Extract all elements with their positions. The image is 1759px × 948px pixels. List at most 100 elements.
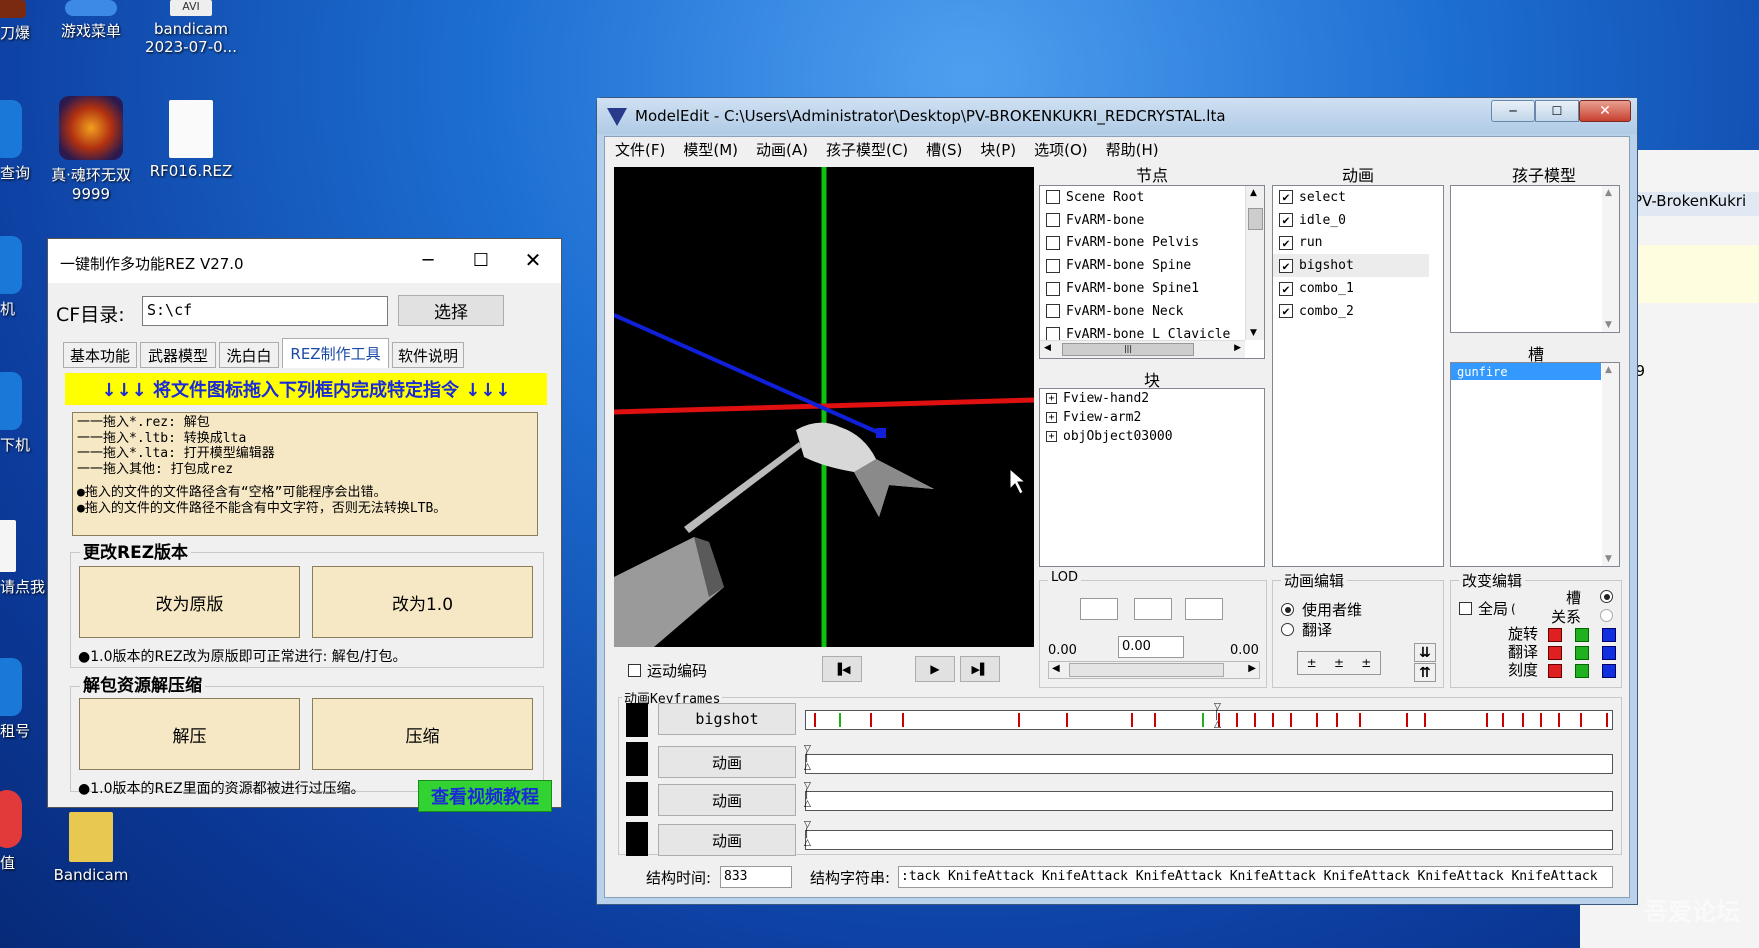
child-model-list[interactable]: ▲ ▼ [1450,185,1620,333]
vertical-scrollbar[interactable]: ▲ ▼ [1245,186,1264,340]
fast-forward-button[interactable]: ▶▌ [960,656,1000,682]
checkbox[interactable]: ✔ [1279,304,1293,319]
checkbox[interactable]: ✔ [1279,258,1293,273]
lod-box-2[interactable] [1134,598,1172,620]
scroll-up-icon[interactable]: ▲ [1605,188,1612,198]
list-item[interactable]: FvARM-bone Pelvis [1040,232,1264,255]
scale-z-swatch[interactable] [1602,664,1616,678]
keyframe-track[interactable]: ▽ │ △ [804,745,1613,774]
expand-icon[interactable]: + [1046,412,1057,423]
checkbox[interactable] [1046,213,1060,228]
lod-slider[interactable]: ◀ ▶ [1048,661,1260,679]
list-item[interactable]: ✔ run [1273,232,1443,255]
scale-x-swatch[interactable] [1548,664,1562,678]
keyframe-track[interactable]: ▽ │ △ [805,703,1613,730]
desktop-icon-left1[interactable]: 机 [0,236,54,319]
desktop-icon-game-menu[interactable]: 游戏菜单 [36,0,146,41]
checkbox[interactable] [1046,190,1060,205]
menu-block[interactable]: 块(P) [971,139,1025,161]
desktop-icon-bandicam-avi[interactable]: AVI bandicam 2023-07-0... [136,0,246,56]
checkbox[interactable] [1046,281,1060,296]
horizontal-scrollbar[interactable]: ◀ ||| ▶ [1040,340,1245,358]
minimize-button[interactable]: ─ [403,241,453,279]
desktop-icon-left2[interactable]: 下机 [0,372,54,455]
spin-buttons[interactable]: ± ± ± [1297,651,1381,675]
tree-item[interactable]: + Fview-arm2 [1040,408,1264,427]
keyframe-anim-button[interactable]: 动画 [658,824,796,856]
menu-file[interactable]: 文件(F) [606,139,674,161]
animation-list[interactable]: ✔ select ✔ idle_0 ✔ run ✔ bigshot ✔ combo_1 ✔… [1272,185,1444,567]
video-tutorial-button[interactable]: 查看视频教程 [418,780,552,812]
keyframe-anim-button[interactable]: bigshot [658,703,796,735]
scroll-up-icon[interactable]: ▲ [1250,188,1257,198]
revert-original-button[interactable]: 改为原版 [79,566,300,638]
list-item-selected[interactable]: ✔ bigshot [1273,254,1429,278]
keyframe-track[interactable]: ▽ │ △ [804,821,1613,850]
3d-viewport[interactable] [614,167,1034,647]
scroll-up-icon[interactable]: ▲ [1605,365,1612,375]
rotate-x-swatch[interactable] [1548,628,1562,642]
list-item-selected[interactable]: gunfire [1451,363,1601,380]
checkbox[interactable] [1046,258,1060,273]
rotate-y-swatch[interactable] [1575,628,1589,642]
playhead-marker[interactable]: ▽ │ △ [1214,703,1221,730]
scroll-right-icon[interactable]: ▶ [1234,343,1241,353]
maximize-button[interactable]: ☐ [1535,100,1579,122]
block-tree[interactable]: + Fview-hand2 + Fview-arm2 + objObject03000 [1039,388,1265,567]
close-button[interactable]: ✕ [508,241,558,279]
tab-rez-maker[interactable]: REZ制作工具 [282,338,389,368]
desktop-icon-game[interactable]: 真·魂环无双 9999 [36,96,146,203]
expand-icon[interactable]: + [1046,393,1057,404]
rotate-z-swatch[interactable] [1602,628,1616,642]
global-checkbox[interactable]: 全局( [1459,598,1516,619]
play-button[interactable]: ▶ [915,656,955,682]
spin-plus-icon[interactable]: ± [1361,656,1371,670]
struct-string-input[interactable]: :tack KnifeAttack KnifeAttack KnifeAttac… [898,866,1613,888]
spin-plus-icon[interactable]: ± [1334,656,1344,670]
menu-options[interactable]: 选项(O) [1025,139,1097,161]
scroll-left-icon[interactable]: ◀ [1052,663,1060,674]
radio-translate[interactable]: 翻译 [1281,619,1332,640]
tab-whitewash[interactable]: 洗白白 [219,342,279,368]
keyframe-down-button[interactable]: ⇊ [1414,643,1436,662]
list-item[interactable]: FvARM-bone Neck [1040,300,1264,323]
keyframe-anim-button[interactable]: 动画 [658,746,796,778]
tree-item[interactable]: + Fview-hand2 [1040,389,1264,408]
cf-dir-input[interactable]: S:\cf [142,296,388,326]
unpack-button[interactable]: 解压 [79,698,300,770]
checkbox[interactable]: ✔ [1279,213,1293,228]
list-item[interactable]: ✔ combo_1 [1273,277,1443,300]
drop-zone[interactable]: 一一拖入*.rez: 解包 一一拖入*.ltb: 转换成lta 一一拖入*.lt… [72,412,538,536]
desktop-icon-bandicam[interactable]: Bandicam [36,812,146,884]
vertical-scrollbar[interactable]: ▲ ▼ [1602,186,1619,332]
spin-plus-icon[interactable]: ± [1307,656,1317,670]
menu-help[interactable]: 帮助(H) [1097,139,1168,161]
tab-basic[interactable]: 基本功能 [63,342,137,368]
compress-button[interactable]: 压缩 [312,698,533,770]
list-item[interactable]: FvARM-bone [1040,209,1264,232]
minimize-button[interactable]: ─ [1491,100,1535,122]
tree-item[interactable]: + objObject03000 [1040,427,1264,446]
list-item[interactable]: FvARM-bone Spine1 [1040,277,1264,300]
expand-icon[interactable]: + [1046,431,1057,442]
lod-value-input[interactable]: 0.00 [1118,636,1184,658]
tab-help[interactable]: 软件说明 [392,342,464,368]
nodes-list[interactable]: Scene Root FvARM-bone FvARM-bone Pelvis … [1039,185,1265,359]
menu-model[interactable]: 模型(M) [674,139,747,161]
radio-dimension[interactable]: 使用者维 [1281,599,1362,620]
rewind-button[interactable]: ▐◀ [822,656,862,682]
desktop-icon-left4[interactable]: 租号 [0,658,54,741]
checkbox[interactable]: ✔ [1279,281,1293,296]
list-item[interactable]: ✔ combo_2 [1273,300,1443,323]
checkbox[interactable] [1046,235,1060,250]
checkbox[interactable]: ✔ [1279,235,1293,250]
struct-time-input[interactable]: 833 [720,866,792,888]
translate-y-swatch[interactable] [1575,646,1589,660]
vertical-scrollbar[interactable]: ▲ ▼ [1602,363,1619,566]
desktop-icon-rf016[interactable]: RF016.REZ [136,100,246,180]
list-item[interactable]: Scene Root [1040,186,1264,209]
motion-code-checkbox[interactable]: 运动编码 [628,660,707,681]
keyframe-track[interactable]: ▽ │ △ [804,782,1613,811]
lod-box-1[interactable] [1080,598,1118,620]
scale-y-swatch[interactable] [1575,664,1589,678]
